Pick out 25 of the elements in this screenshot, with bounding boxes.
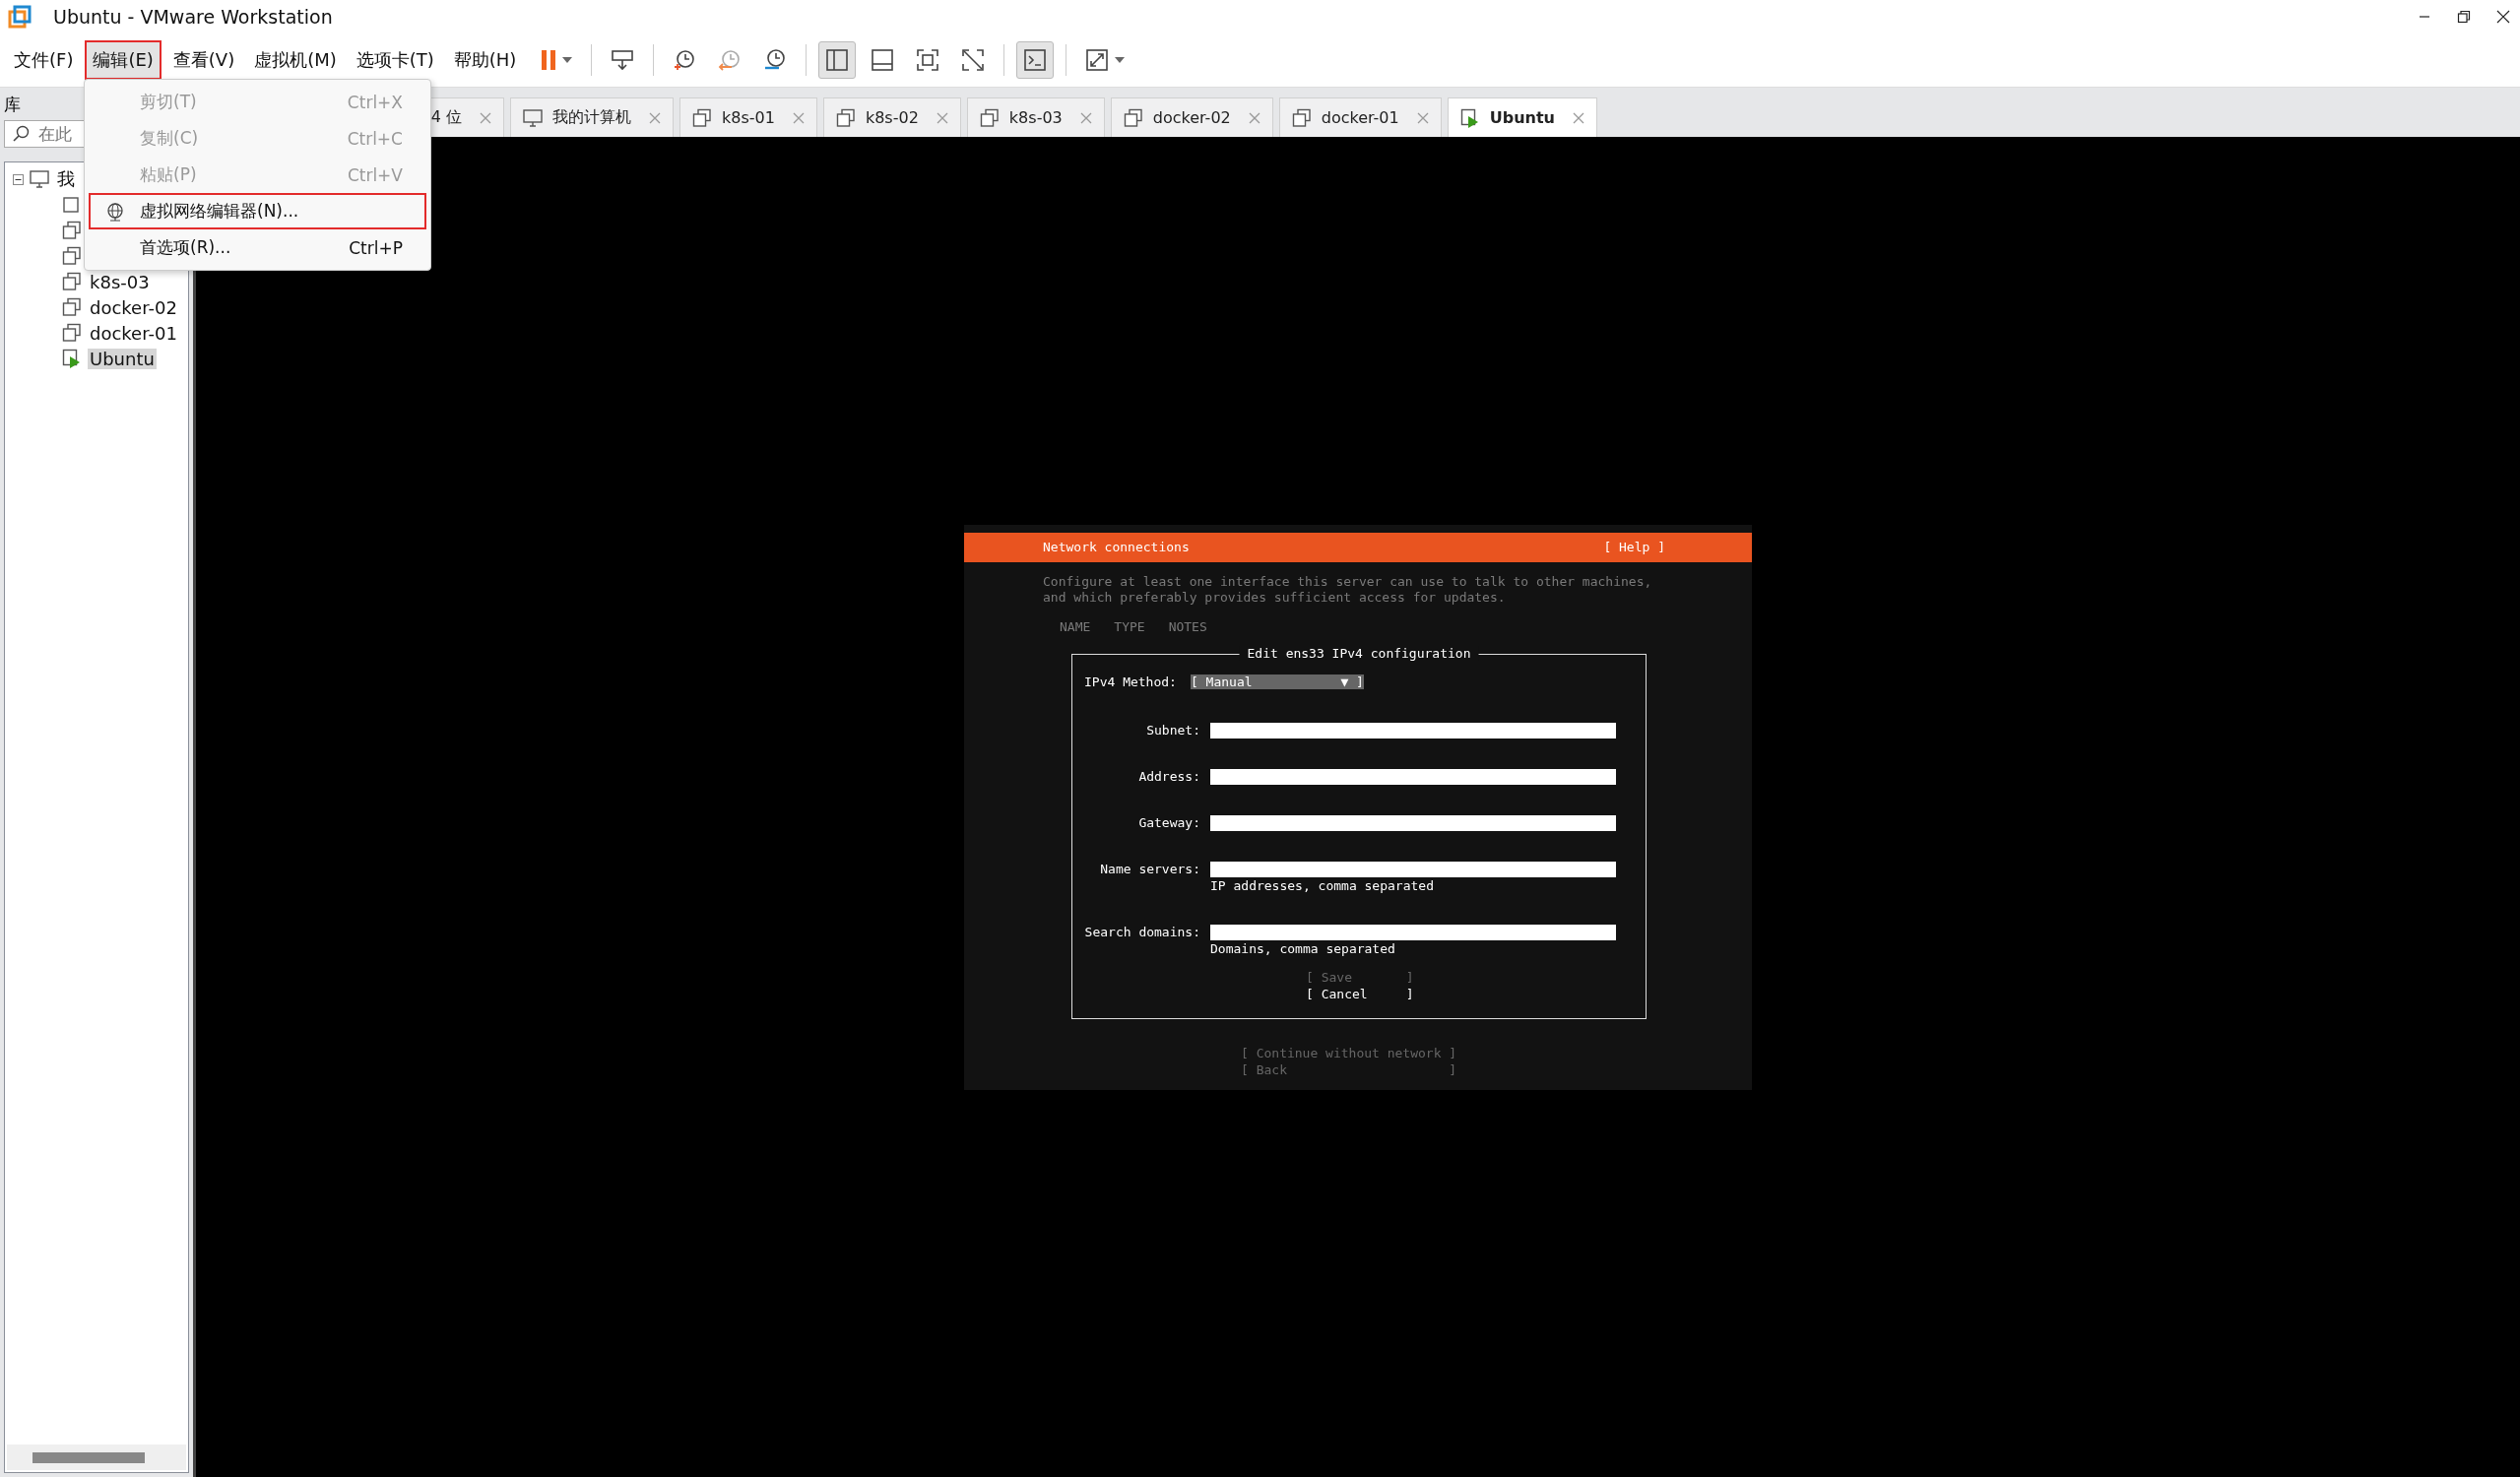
field-label: Address: (1137, 768, 1201, 785)
column-heading: NOTES (1168, 618, 1207, 634)
screen-title: Network connections (1043, 540, 1190, 554)
tab-label: k8s-01 (722, 108, 775, 127)
field-label: Subnet: (1145, 722, 1201, 738)
tab-label: Ubuntu (1489, 108, 1555, 127)
dialog-title: Edit ens33 IPv4 configuration (1239, 645, 1479, 661)
field-hint: Domains, comma separated (1210, 939, 1396, 957)
tab-label: docker-02 (1152, 108, 1231, 127)
tab-label: docker-01 (1321, 108, 1399, 127)
field-label: IPv4 Method: (1084, 674, 1177, 689)
field-label: Search domains: (1083, 924, 1201, 940)
tab-label: 4 位 (430, 107, 462, 128)
intro-text: and which preferably provides sufficient access for updates. (1043, 589, 1507, 606)
field-label: Gateway: (1137, 814, 1201, 831)
tab-label: k8s-03 (1008, 108, 1063, 127)
tab-label: k8s-02 (865, 108, 919, 127)
column-heading: TYPE (1114, 618, 1145, 634)
field-label: Name servers: (1099, 861, 1201, 877)
field-hint: IP addresses, comma separated (1210, 876, 1435, 894)
library-title: 库 (4, 94, 21, 116)
tab-label: 我的计算机 (552, 107, 631, 128)
intro-text: Configure at least one interface this server can use to talk to other machines, (1043, 573, 1653, 590)
window-title: Ubuntu - VMware Workstation (53, 6, 333, 28)
column-heading: NAME (1060, 618, 1091, 634)
